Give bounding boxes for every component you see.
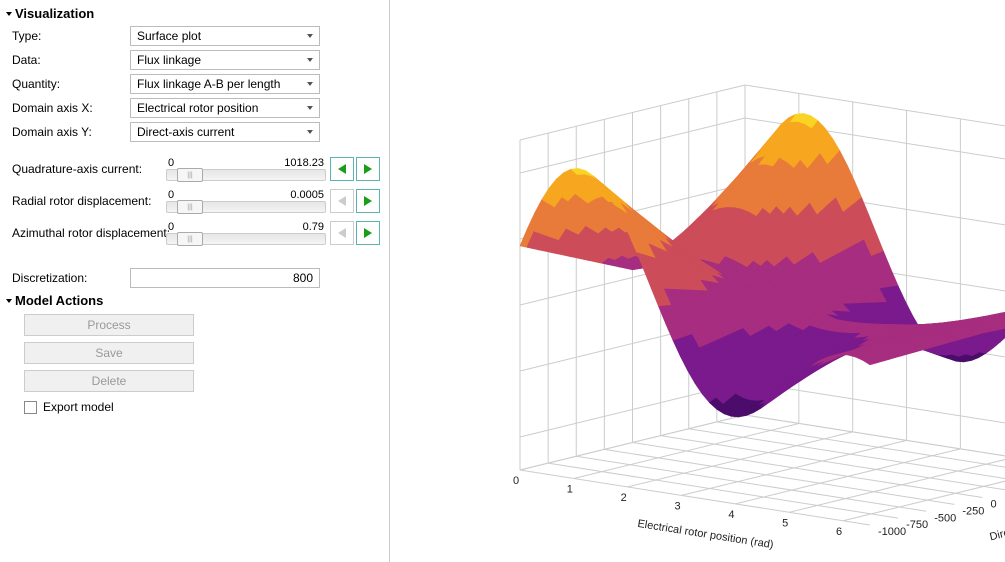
azimuthal-min: 0 [168, 221, 174, 233]
chevron-down-icon [307, 58, 313, 62]
domain-x-select[interactable]: Electrical rotor position [130, 98, 320, 118]
chevron-down-icon [307, 34, 313, 38]
visualization-title: Visualization [15, 6, 94, 21]
azimuthal-slider-label: Azimuthal rotor displacement: [6, 226, 162, 240]
data-select[interactable]: Flux linkage [130, 50, 320, 70]
type-value: Surface plot [137, 29, 201, 43]
quantity-value: Flux linkage A-B per length [137, 77, 280, 91]
domain-y-label: Domain axis Y: [6, 125, 126, 139]
arrow-left-icon [338, 196, 346, 206]
process-button[interactable]: Process [24, 314, 194, 336]
svg-text:5: 5 [782, 517, 788, 529]
radial-slider-label: Radial rotor displacement: [6, 194, 162, 208]
type-label: Type: [6, 29, 126, 43]
type-select[interactable]: Surface plot [130, 26, 320, 46]
sidebar: Visualization Type: Surface plot Data: F… [0, 0, 390, 562]
radial-min: 0 [168, 189, 174, 201]
svg-text:-750: -750 [906, 519, 928, 531]
radial-max: 0.0005 [290, 189, 324, 201]
arrow-left-icon [338, 164, 346, 174]
quad-max: 1018.23 [284, 157, 324, 169]
surface-chart[interactable]: 0123456-1000-750-500-25002505007501000-2… [390, 0, 1005, 562]
chevron-down-icon [307, 130, 313, 134]
azimuthal-max: 0.79 [303, 221, 324, 233]
delete-button[interactable]: Delete [24, 370, 194, 392]
quad-next-button[interactable] [356, 157, 380, 181]
quad-slider-label: Quadrature-axis current: [6, 162, 162, 176]
azimuthal-next-button[interactable] [356, 221, 380, 245]
azimuthal-prev-button[interactable] [330, 221, 354, 245]
slider-thumb[interactable]: ||| [177, 232, 203, 246]
svg-text:6: 6 [836, 526, 842, 538]
quad-min: 0 [168, 157, 174, 169]
svg-text:4: 4 [728, 509, 734, 521]
chevron-down-icon [307, 82, 313, 86]
quantity-label: Quantity: [6, 77, 126, 91]
domain-x-label: Domain axis X: [6, 101, 126, 115]
domain-y-value: Direct-axis current [137, 125, 234, 139]
svg-text:1: 1 [567, 483, 573, 495]
svg-text:Electrical rotor position (rad: Electrical rotor position (rad) [637, 518, 775, 551]
caret-down-icon [6, 299, 12, 303]
radial-slider[interactable]: ||| [166, 201, 326, 213]
arrow-left-icon [338, 228, 346, 238]
arrow-right-icon [364, 164, 372, 174]
arrow-right-icon [364, 196, 372, 206]
svg-text:0: 0 [991, 499, 997, 511]
svg-text:-250: -250 [962, 505, 984, 517]
save-button[interactable]: Save [24, 342, 194, 364]
svg-text:2: 2 [621, 492, 627, 504]
quad-slider[interactable]: ||| [166, 169, 326, 181]
domain-y-select[interactable]: Direct-axis current [130, 122, 320, 142]
arrow-right-icon [364, 228, 372, 238]
quad-prev-button[interactable] [330, 157, 354, 181]
export-model-label: Export model [43, 400, 114, 414]
chevron-down-icon [307, 106, 313, 110]
svg-text:-1000: -1000 [878, 526, 906, 538]
domain-x-value: Electrical rotor position [137, 101, 258, 115]
data-label: Data: [6, 53, 126, 67]
discretization-label: Discretization: [6, 271, 126, 285]
slider-thumb[interactable]: ||| [177, 168, 203, 182]
radial-prev-button[interactable] [330, 189, 354, 213]
caret-down-icon [6, 12, 12, 16]
model-actions-header[interactable]: Model Actions [6, 293, 383, 308]
discretization-input[interactable] [130, 268, 320, 288]
visualization-header[interactable]: Visualization [6, 6, 383, 21]
svg-text:-500: -500 [934, 512, 956, 524]
svg-text:3: 3 [674, 500, 680, 512]
azimuthal-slider[interactable]: ||| [166, 233, 326, 245]
slider-thumb[interactable]: ||| [177, 200, 203, 214]
radial-next-button[interactable] [356, 189, 380, 213]
quantity-select[interactable]: Flux linkage A-B per length [130, 74, 320, 94]
data-value: Flux linkage [137, 53, 201, 67]
export-model-checkbox[interactable] [24, 401, 37, 414]
svg-text:0: 0 [513, 475, 519, 487]
model-actions-title: Model Actions [15, 293, 103, 308]
svg-text:Direct-axis current (A): Direct-axis current (A) [988, 506, 1005, 544]
